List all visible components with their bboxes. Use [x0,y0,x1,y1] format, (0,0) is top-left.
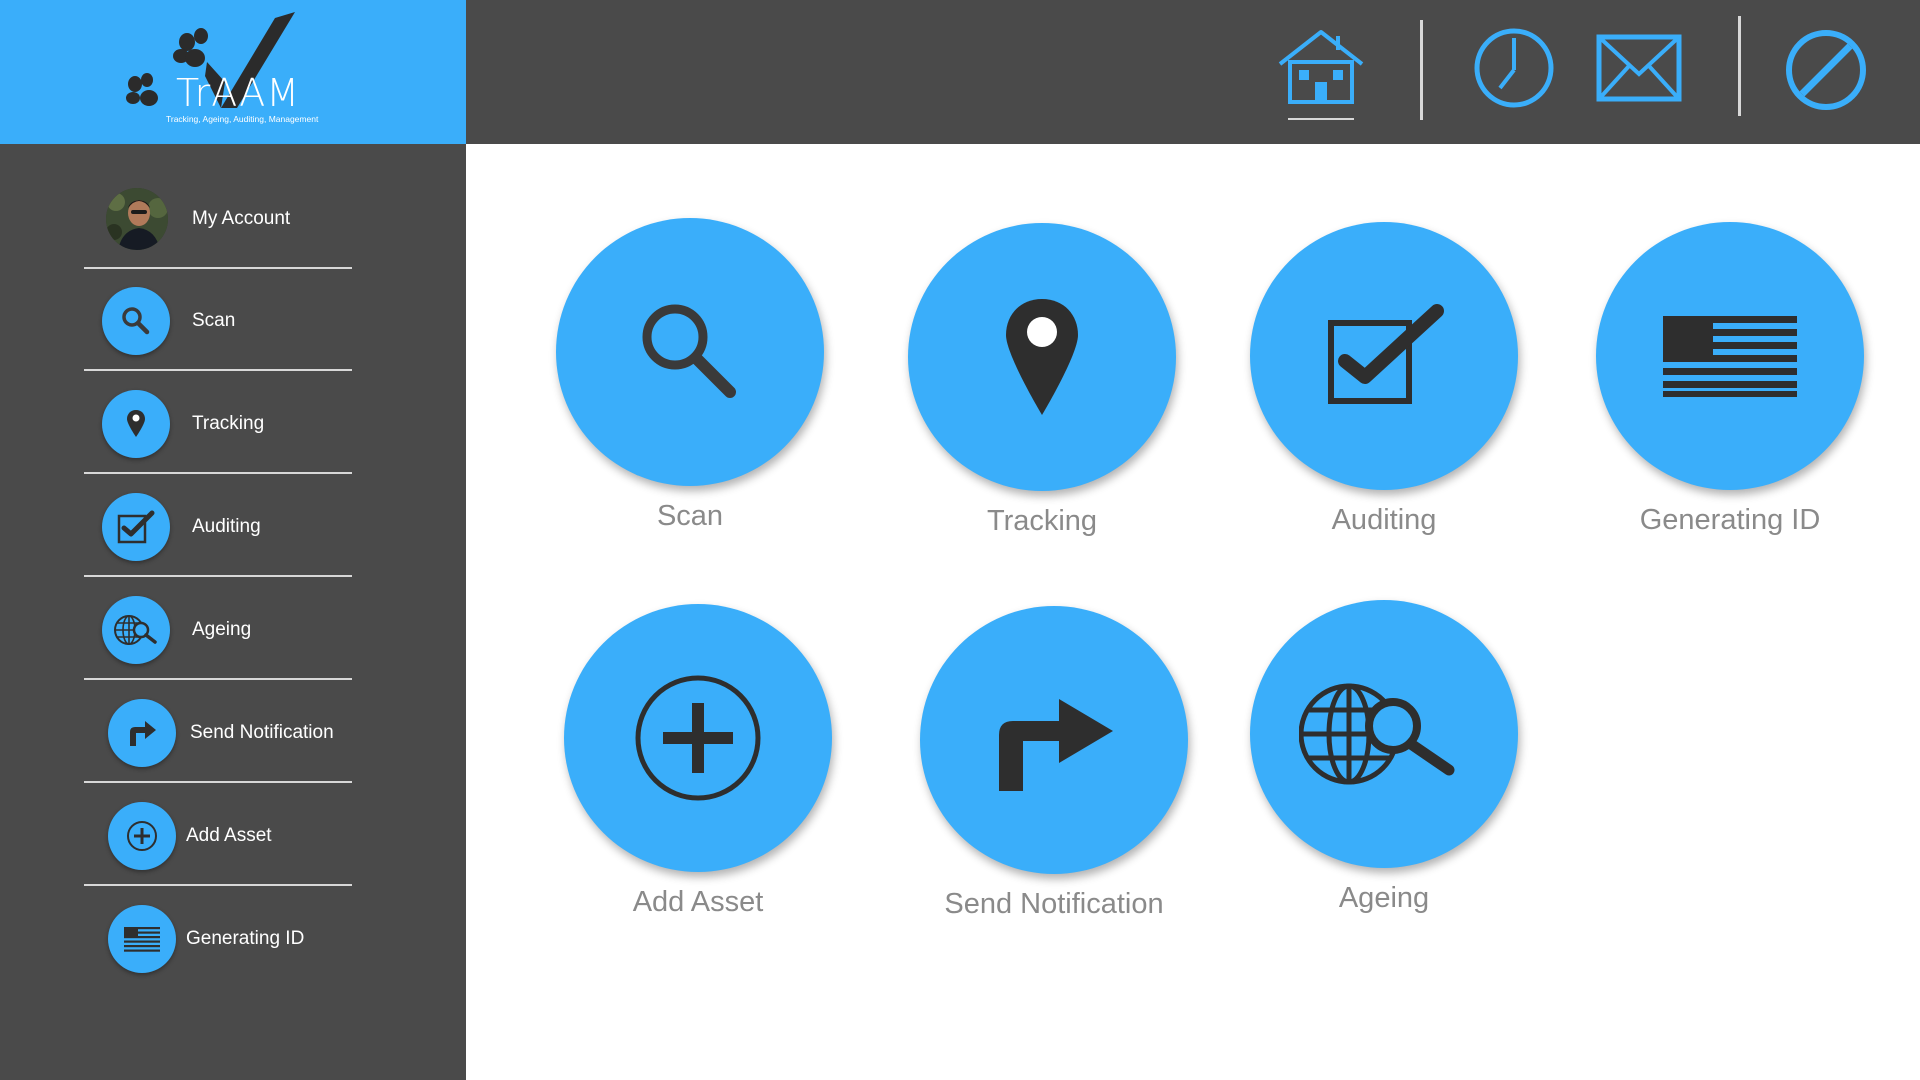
forward-arrow-icon [920,606,1188,874]
sidebar-item-label: Ageing [192,619,252,640]
clock-icon[interactable] [1472,26,1556,115]
brand-tagline: Tracking, Ageing, Auditing, Management [166,114,319,124]
sidebar-item-label: Add Asset [186,825,272,846]
divider [84,575,352,577]
sidebar: TrAAM Tracking, Ageing, Auditing, Manage… [0,0,466,1080]
forward-arrow-icon [108,699,176,767]
mail-icon[interactable] [1596,34,1682,107]
tile-label: Generating ID [1639,504,1821,536]
tile-auditing[interactable]: Auditing [1244,222,1524,562]
sidebar-item-tracking[interactable]: Tracking [84,374,352,474]
tile-label: Send Notification [944,888,1164,920]
sidebar-item-add-asset[interactable]: Add Asset [84,786,352,886]
checkbox-icon [102,493,170,561]
sidebar-item-scan[interactable]: Scan [84,271,352,371]
app-logo: TrAAM Tracking, Ageing, Auditing, Manage… [0,0,466,144]
sidebar-item-label: Auditing [192,516,261,537]
flag-icon [1596,222,1864,490]
sidebar-item-label: Send Notification [190,722,334,743]
tile-generating-id[interactable]: Generating ID [1590,222,1870,562]
tile-tracking[interactable]: Tracking [902,223,1182,563]
divider [84,678,352,680]
search-icon [102,287,170,355]
sidebar-item-ageing[interactable]: Ageing [84,580,352,680]
sidebar-item-generating-id[interactable]: Generating ID [84,889,352,989]
plus-circle-icon [564,604,832,872]
search-icon [556,218,824,486]
tile-scan[interactable]: Scan [550,218,830,558]
tile-label: Scan [656,500,724,532]
divider [1738,16,1741,116]
plus-circle-icon [108,802,176,870]
divider [84,267,352,269]
globe-search-icon [1250,600,1518,868]
tile-add-asset[interactable]: Add Asset [558,604,838,944]
sidebar-item-label: Scan [192,310,236,331]
tile-ageing[interactable]: Ageing [1244,600,1524,940]
tile-send-notification[interactable]: Send Notification [914,606,1194,946]
divider [84,884,352,886]
sidebar-item-label: Generating ID [186,928,305,949]
tile-label: Tracking [986,505,1098,537]
sidebar-item-label: Tracking [192,413,265,434]
top-bar [466,0,1920,144]
sidebar-item-auditing[interactable]: Auditing [84,477,352,577]
tile-label: Add Asset [632,886,764,918]
checkbox-icon [1250,222,1518,490]
globe-search-icon [102,596,170,664]
divider [84,369,352,371]
map-pin-icon [102,390,170,458]
avatar [106,188,168,250]
brand-name: TrAAM [176,71,301,115]
block-icon[interactable] [1784,28,1868,117]
flag-icon [108,905,176,973]
divider [84,472,352,474]
sidebar-item-my-account[interactable]: My Account [84,169,352,269]
sidebar-item-label: My Account [192,208,291,229]
tile-label: Ageing [1338,882,1430,914]
divider [84,781,352,783]
sidebar-item-send-notification[interactable]: Send Notification [84,683,352,783]
tile-label: Auditing [1331,504,1437,536]
divider [1420,20,1423,120]
map-pin-icon [908,223,1176,491]
home-icon[interactable] [1276,26,1366,127]
